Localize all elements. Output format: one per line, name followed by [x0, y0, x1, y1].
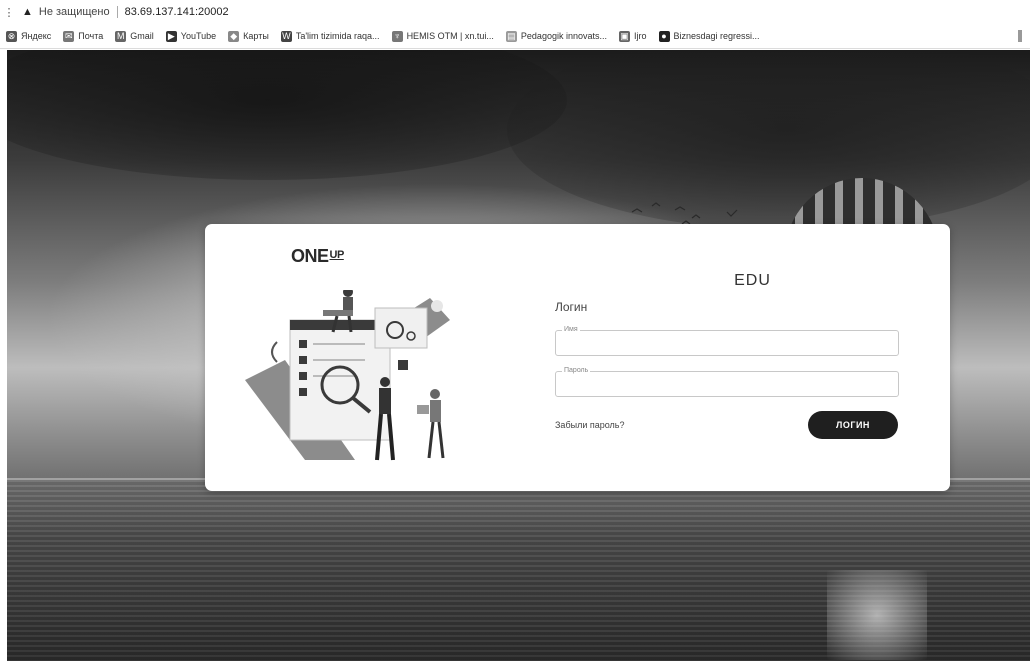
yandex-icon: ⊗: [6, 30, 17, 42]
bookmarks-bar: ⊗ Яндекс ✉ Почта M Gmail ▶ YouTube ◆ Карты W Ta'lim…: [0, 24, 1030, 49]
forgot-password-link[interactable]: Забыли пароль?: [555, 420, 624, 430]
youtube-icon: ▶: [165, 30, 177, 42]
water-glow: [827, 570, 927, 660]
bookmark-label: YouTube: [180, 31, 217, 41]
login-card: ONEUP EDU Логин Имя Пароль Забыли пароль…: [205, 224, 950, 491]
logo-on: ON: [291, 246, 318, 266]
logo-up: UP: [329, 249, 345, 261]
dark-cloud: [507, 50, 1030, 230]
login-heading: Логин: [555, 300, 588, 314]
name-input[interactable]: [562, 333, 896, 355]
bookmark-item[interactable]: ▶ YouTube: [165, 30, 217, 42]
maps-icon: ◆: [228, 30, 240, 42]
bookmarks-more-icon[interactable]: [1018, 30, 1022, 42]
password-field[interactable]: Пароль: [555, 366, 899, 397]
url-field[interactable]: 83.69.137.141:20002: [125, 6, 229, 18]
logo-e: E: [317, 246, 329, 266]
bookmark-label: Pedagogik innovats...: [520, 31, 607, 41]
bookmark-label: Карты: [243, 31, 269, 41]
bookmark-item[interactable]: ♆ HEMIS OTM | xn.tui...: [391, 30, 494, 42]
bookmark-label: Gmail: [130, 31, 154, 41]
bookmark-item[interactable]: ✉ Почта: [63, 30, 104, 42]
bookmark-label: HEMIS OTM | xn.tui...: [406, 31, 494, 41]
wordpress-icon: W: [280, 30, 292, 42]
dark-cloud: [7, 50, 567, 180]
page-title: EDU: [734, 272, 771, 289]
bookmark-item[interactable]: ▤ Pedagogik innovats...: [505, 30, 607, 42]
bookmark-label: Яндекс: [21, 31, 52, 41]
address-separator: [116, 6, 118, 18]
mail-icon: ✉: [63, 30, 75, 42]
login-button[interactable]: ЛОГИН: [808, 411, 898, 439]
password-input[interactable]: [562, 374, 896, 396]
bookmark-label: Biznesdagi regressi...: [673, 31, 760, 41]
bookmark-label: Ijro: [633, 31, 647, 41]
globe-icon: ●: [658, 30, 670, 42]
bookmark-item[interactable]: ◆ Карты: [228, 30, 269, 42]
browser-address-bar: ⋮ ▲ Не защищено 83.69.137.141:20002: [0, 0, 1030, 24]
bookmark-item[interactable]: ● Biznesdagi regressi...: [658, 30, 760, 42]
ijro-icon: ▣: [618, 30, 630, 42]
bookmark-label: Ta'lim tizimida raqa...: [295, 31, 380, 41]
name-field[interactable]: Имя: [555, 325, 899, 356]
name-field-label: Имя: [562, 325, 580, 335]
education-illustration: [245, 290, 450, 461]
oneup-logo: ONEUP: [291, 246, 344, 267]
bookmark-label: Почта: [78, 31, 104, 41]
warning-icon[interactable]: ▲: [22, 6, 33, 18]
hemis-icon: ♆: [391, 30, 403, 42]
password-field-label: Пароль: [562, 366, 591, 376]
bookmark-item[interactable]: ▣ Ijro: [618, 30, 647, 42]
bookmark-item[interactable]: M Gmail: [115, 30, 154, 42]
menu-dots-icon[interactable]: ⋮: [2, 6, 16, 19]
bookmark-item[interactable]: W Ta'lim tizimida raqa...: [280, 30, 380, 42]
bookmark-item[interactable]: ⊗ Яндекс: [6, 30, 52, 42]
gmail-icon: M: [115, 30, 127, 42]
security-status[interactable]: Не защищено: [39, 6, 110, 18]
doc-icon: ▤: [505, 30, 517, 42]
